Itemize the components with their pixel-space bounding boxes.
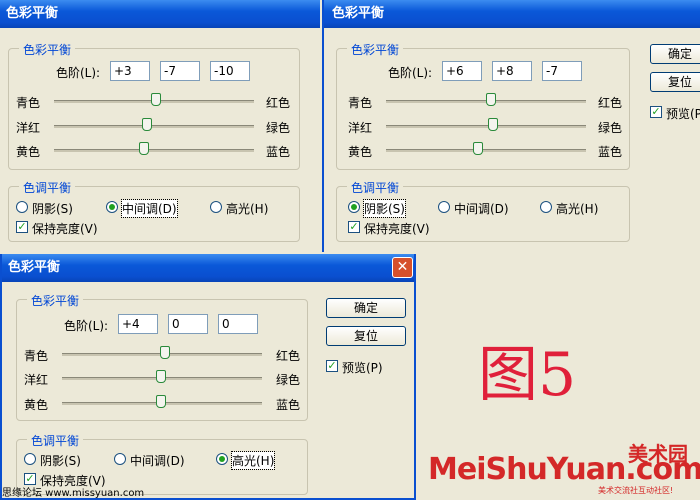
dialog-1-cyan-red-slider[interactable] <box>151 93 161 106</box>
figure-label: 图5 <box>478 340 577 410</box>
dialog-1-levels-label: 色阶(L): <box>56 66 101 80</box>
dialog-3-midtones-label[interactable]: 中间调(D) <box>130 452 185 469</box>
dialog-3-level-cyan-red[interactable]: +4 <box>118 314 158 334</box>
dialog-2-reset-button[interactable]: 复位 <box>650 72 700 92</box>
dialog-3-green-label: 绿色 <box>276 373 301 387</box>
dialog-1-title: 色彩平衡 <box>0 0 320 28</box>
dialog-2-color-balance-legend: 色彩平衡 <box>347 41 404 58</box>
dialog-3-ok-button[interactable]: 确定 <box>326 298 406 318</box>
dialog-1-midtones-label[interactable]: 中间调(D) <box>121 199 178 218</box>
dialog-1-cyan-label: 青色 <box>16 96 41 110</box>
dialog-2-blue-label: 蓝色 <box>598 145 623 159</box>
dialog-3-yellow-blue-slider[interactable] <box>156 395 166 408</box>
dialog-3-preview-label[interactable]: 预览(P) <box>342 359 383 376</box>
watermark: 思缘论坛 www.missyuan.com <box>2 488 145 499</box>
dialog-2-preserve-checkbox[interactable]: ✓ <box>348 221 360 233</box>
dialog-1-radio-shadows[interactable] <box>16 201 28 213</box>
dialog-3-magenta-label: 洋红 <box>24 373 49 387</box>
dialog-1-green-label: 绿色 <box>266 121 291 135</box>
dialog-1-radio-highlights[interactable] <box>210 201 222 213</box>
dialog-3-tone-balance-legend: 色调平衡 <box>27 432 84 449</box>
dialog-2-level-yellow-blue[interactable]: -7 <box>542 61 582 81</box>
dialog-3-radio-shadows[interactable] <box>24 453 36 465</box>
dialog-1-preserve-label[interactable]: 保持亮度(V) <box>32 220 98 237</box>
dialog-2-midtones-label[interactable]: 中间调(D) <box>454 200 509 217</box>
dialog-2-magenta-label: 洋红 <box>348 121 373 135</box>
dialog-1-yellow-blue-slider[interactable] <box>139 142 149 155</box>
dialog-2-preserve-label[interactable]: 保持亮度(V) <box>364 220 430 237</box>
dialog-3-reset-button[interactable]: 复位 <box>326 326 406 346</box>
dialog-1-red-label: 红色 <box>266 96 291 110</box>
dialog-2-shadows-label[interactable]: 阴影(S) <box>363 199 406 218</box>
dialog-3-radio-midtones[interactable] <box>114 453 126 465</box>
dialog-2-radio-shadows[interactable] <box>348 201 360 213</box>
dialog-1-blue-label: 蓝色 <box>266 145 291 159</box>
dialog-2-yellow-label: 黄色 <box>348 145 373 159</box>
dialog-1-yellow-label: 黄色 <box>16 145 41 159</box>
dialog-1: 色彩平衡 色彩平衡 色阶(L): +3 -7 -10 青色 红色 洋红 绿色 黄… <box>0 0 320 250</box>
dialog-1-level-cyan-red[interactable]: +3 <box>110 61 150 81</box>
dialog-1-highlights-label[interactable]: 高光(H) <box>226 200 268 217</box>
dialog-2-magenta-green-track <box>386 125 586 128</box>
dialog-3-yellow-label: 黄色 <box>24 398 49 412</box>
dialog-3-cyan-label: 青色 <box>24 349 49 363</box>
dialog-2-yellow-blue-slider[interactable] <box>473 142 483 155</box>
dialog-2-cyan-red-slider[interactable] <box>486 93 496 106</box>
dialog-3-title: 色彩平衡 <box>2 254 414 282</box>
dialog-3-red-label: 红色 <box>276 349 301 363</box>
dialog-1-radio-midtones[interactable] <box>106 201 118 213</box>
dialog-1-yellow-blue-track <box>54 149 254 152</box>
dialog-2-red-label: 红色 <box>598 96 623 110</box>
dialog-3-radio-highlights[interactable] <box>216 453 228 465</box>
dialog-3-levels-label: 色阶(L): <box>64 319 109 333</box>
dialog-1-preserve-checkbox[interactable]: ✓ <box>16 221 28 233</box>
dialog-2-levels-label: 色阶(L): <box>388 66 433 80</box>
dialog-2-cyan-label: 青色 <box>348 96 373 110</box>
dialog-2-magenta-green-slider[interactable] <box>488 118 498 131</box>
dialog-1-magenta-green-slider[interactable] <box>142 118 152 131</box>
dialog-2-radio-midtones[interactable] <box>438 201 450 213</box>
dialog-2-ok-button[interactable]: 确定 <box>650 44 700 64</box>
brand-logo-cn: 美术园 <box>628 442 688 466</box>
dialog-2-preview-checkbox[interactable]: ✓ <box>650 106 662 118</box>
dialog-3-magenta-green-slider[interactable] <box>156 370 166 383</box>
dialog-1-tone-balance-legend: 色调平衡 <box>19 179 76 196</box>
dialog-2-green-label: 绿色 <box>598 121 623 135</box>
dialog-3-preview-checkbox[interactable]: ✓ <box>326 360 338 372</box>
dialog-1-color-balance-legend: 色彩平衡 <box>19 41 76 58</box>
dialog-3: 色彩平衡 ✕ 色彩平衡 色阶(L): +4 0 0 青色 红色 洋红 绿色 黄色… <box>0 254 416 500</box>
dialog-3-blue-label: 蓝色 <box>276 398 301 412</box>
dialog-1-magenta-label: 洋红 <box>16 121 41 135</box>
dialog-1-level-yellow-blue[interactable]: -10 <box>210 61 250 81</box>
dialog-3-level-magenta-green[interactable]: 0 <box>168 314 208 334</box>
dialog-3-level-yellow-blue[interactable]: 0 <box>218 314 258 334</box>
dialog-1-shadows-label[interactable]: 阴影(S) <box>32 200 73 217</box>
dialog-3-highlights-label[interactable]: 高光(H) <box>230 451 276 470</box>
dialog-2-level-magenta-green[interactable]: +8 <box>492 61 532 81</box>
dialog-2-tone-balance-legend: 色调平衡 <box>347 179 404 196</box>
dialog-3-shadows-label[interactable]: 阴影(S) <box>40 452 81 469</box>
dialog-2-radio-highlights[interactable] <box>540 201 552 213</box>
close-icon[interactable]: ✕ <box>392 257 413 278</box>
brand-tagline: 美术交流社互动社区! <box>598 486 674 495</box>
dialog-2-title: 色彩平衡 <box>324 0 700 28</box>
dialog-2-level-cyan-red[interactable]: +6 <box>442 61 482 81</box>
dialog-1-level-magenta-green[interactable]: -7 <box>160 61 200 81</box>
dialog-3-cyan-red-slider[interactable] <box>160 346 170 359</box>
dialog-2-highlights-label[interactable]: 高光(H) <box>556 200 598 217</box>
dialog-3-color-balance-legend: 色彩平衡 <box>27 292 84 309</box>
dialog-2: 色彩平衡 色彩平衡 色阶(L): +6 +8 -7 青色 红色 洋红 绿色 黄色… <box>322 0 700 252</box>
dialog-2-preview-label[interactable]: 预览(P) <box>666 105 700 122</box>
dialog-2-yellow-blue-track <box>386 149 586 152</box>
dialog-1-magenta-green-track <box>54 125 254 128</box>
